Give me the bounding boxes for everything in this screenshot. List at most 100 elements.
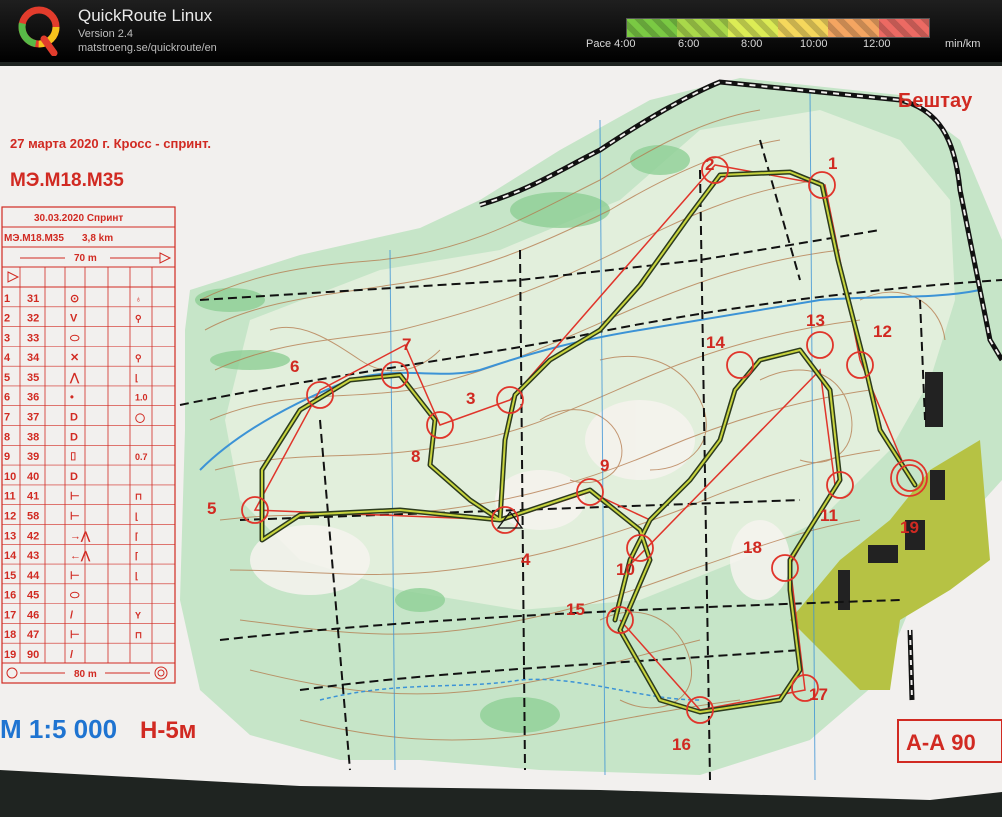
description-row-number: 15 [4,570,16,582]
control-number-18: 18 [743,538,762,557]
description-row-extra: 0.7 [135,452,148,462]
description-row-code: 35 [27,372,39,384]
description-row-extra: ⌊ [135,511,139,521]
start-distance: 70 m [74,253,97,264]
description-row-number: 19 [4,649,16,661]
pace-color-segment [677,19,728,37]
pace-color-scale [626,18,930,38]
control-number-6: 6 [290,357,299,376]
description-row-symbol: ⬭ [69,590,80,602]
event-title: 27 марта 2020 г. Кросс - спринт. [10,136,211,151]
description-row-number: 17 [4,609,16,621]
app-url[interactable]: matstroeng.se/quickroute/en [78,42,217,54]
control-number-16: 16 [672,735,691,754]
description-row-symbol: D [70,431,78,443]
description-row-extra: ⌈ [135,551,139,561]
description-row-code: 41 [27,491,39,503]
control-number-19: 19 [900,518,919,537]
description-row-number: 6 [4,392,10,404]
control-number-9: 9 [600,456,609,475]
description-row-symbol: ⬭ [69,332,80,344]
control-number-7: 7 [402,335,411,354]
grid-label: А-А 90 [906,730,976,755]
control-number-3: 3 [466,389,475,408]
quickroute-logo-icon [18,6,60,56]
description-row-number: 10 [4,471,16,483]
description-row-extra: ⌊ [135,373,139,383]
description-row-number: 12 [4,510,16,522]
description-row-number: 14 [4,550,17,562]
description-row-extra: Y [135,610,141,620]
description-row-number: 3 [4,332,10,344]
description-row-code: 39 [27,451,39,463]
control-number-2: 2 [705,155,714,174]
description-row-code: 33 [27,332,39,344]
control-number-14: 14 [706,333,725,352]
description-row-symbol: V [70,313,78,325]
description-row-code: 31 [27,293,39,305]
description-row-code: 90 [27,649,39,661]
description-row-symbol: ⋀ [69,372,80,384]
description-row-extra: ⌊ [135,571,139,581]
description-row-extra: ⚲ [135,314,142,324]
description-row-extra: 1.0 [135,393,148,403]
pace-color-segment [727,19,778,37]
description-row-symbol: ⊢ [70,490,80,503]
description-row-extra: ◯ [135,413,145,424]
description-row-extra: ⊓ [135,630,142,640]
description-row-extra: ⌈ [135,531,139,541]
description-header-class: МЭ.М18.М35 [4,233,64,244]
control-description-sheet: 30.03.2020 Спринт МЭ.М18.М35 3,8 km 70 m… [1,206,176,684]
control-number-13: 13 [806,311,825,330]
description-row-symbol: ←⋀ [70,550,91,562]
description-row-symbol: ✕ [70,352,79,364]
description-row-extra: ⊓ [135,492,142,502]
pace-label-6: 6:00 [678,38,700,50]
description-row-code: 40 [27,471,39,483]
app-header: QuickRoute Linux Version 2.4 matstroeng.… [0,0,1002,62]
description-row-code: 38 [27,431,39,443]
control-number-8: 8 [411,447,420,466]
description-row-symbol: ⊢ [70,569,80,582]
app-version: Version 2.4 [78,28,134,40]
area-name: Бештау [898,90,973,112]
app-title: QuickRoute Linux [78,6,213,25]
control-number-5: 5 [207,499,216,518]
description-row-number: 16 [4,590,16,602]
description-row-number: 13 [4,530,16,542]
description-row-symbol: • [70,392,74,404]
description-row-number: 18 [4,629,16,641]
finish-distance: 80 m [74,669,97,680]
map-canvas[interactable]: 1 2 3 4 5 6 7 8 9 10 11 12 13 14 15 16 1… [0,62,1002,817]
control-number-15: 15 [566,600,585,619]
control-number-10: 10 [616,560,635,579]
description-row-code: 42 [27,530,39,542]
control-number-12: 12 [873,322,892,341]
control-number-17: 17 [809,685,828,704]
pace-label-12: 12:00 [863,38,891,50]
control-number-1: 1 [828,154,837,173]
description-row-number: 8 [4,431,10,443]
description-row-code: 46 [27,609,39,621]
pace-label-10: 10:00 [800,38,828,50]
description-row-number: 11 [4,491,16,503]
control-number-4: 4 [521,550,531,569]
control-number-11: 11 [820,506,838,525]
description-row-symbol: / [70,609,73,621]
description-row-number: 2 [4,313,10,325]
description-row-number: 4 [4,352,11,364]
pace-color-segment [878,19,929,37]
description-row-code: 37 [27,412,39,424]
description-row-code: 47 [27,629,39,641]
pace-color-segment [627,19,678,37]
description-row-code: 44 [27,570,40,582]
contour-interval: Н-5м [140,717,196,744]
description-row-extra: ♁ [135,294,142,304]
pace-label-8: 8:00 [741,38,763,50]
pace-unit: min/km [945,38,981,50]
description-row-symbol: D [70,471,78,483]
description-row-symbol: ⊙ [70,293,79,305]
description-row-code: 45 [27,590,39,602]
description-row-symbol: ⊢ [70,628,80,641]
description-row-number: 5 [4,372,10,384]
